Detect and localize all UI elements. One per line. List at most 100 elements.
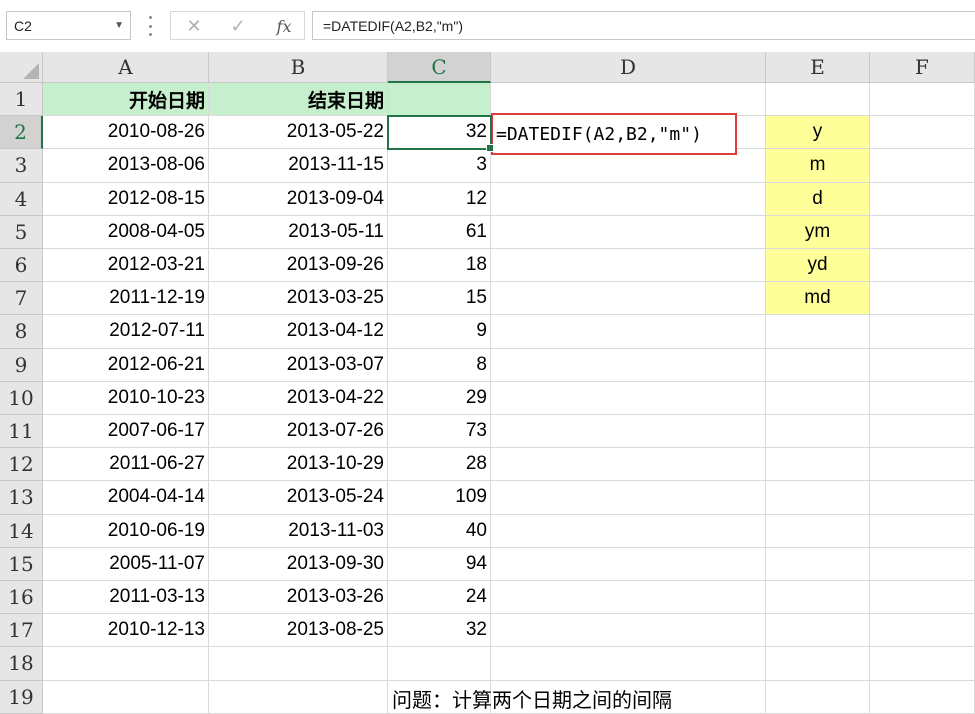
cell[interactable]	[491, 448, 766, 482]
cell[interactable]	[766, 83, 870, 117]
cell[interactable]: 12	[388, 182, 491, 216]
cell[interactable]: 15	[388, 282, 491, 316]
cell[interactable]: 109	[388, 481, 491, 515]
cell[interactable]: 2010-08-26	[43, 116, 209, 150]
cell[interactable]	[766, 348, 870, 382]
cell[interactable]	[43, 647, 209, 681]
cell[interactable]: 2013-10-29	[209, 448, 388, 482]
column-header-d[interactable]: D	[491, 52, 766, 83]
cell[interactable]	[766, 315, 870, 349]
cell[interactable]	[491, 182, 766, 216]
cell[interactable]	[491, 215, 766, 249]
cell[interactable]	[870, 481, 975, 515]
row-header-2[interactable]: 2	[0, 116, 43, 150]
cell[interactable]	[870, 547, 975, 581]
cell[interactable]	[870, 282, 975, 316]
cell[interactable]: 2013-03-25	[209, 282, 388, 316]
cell[interactable]: 2012-06-21	[43, 348, 209, 382]
cell[interactable]	[870, 680, 975, 714]
row-header-3[interactable]: 3	[0, 149, 43, 183]
cell[interactable]	[491, 581, 766, 615]
cell[interactable]: 2010-06-19	[43, 514, 209, 548]
cell[interactable]: 2013-05-22	[209, 116, 388, 150]
cell[interactable]	[766, 581, 870, 615]
cell[interactable]: 73	[388, 415, 491, 449]
row-header-7[interactable]: 7	[0, 282, 43, 316]
unit-cell[interactable]: yd	[766, 249, 870, 283]
cell[interactable]	[491, 481, 766, 515]
drag-handle-icon[interactable]	[148, 16, 152, 36]
cell[interactable]	[491, 83, 766, 117]
cell[interactable]: 94	[388, 547, 491, 581]
cell[interactable]: 24	[388, 581, 491, 615]
column-header-a[interactable]: A	[43, 52, 209, 83]
cell[interactable]: 28	[388, 448, 491, 482]
cell[interactable]: 32	[388, 614, 491, 648]
cell[interactable]: 2013-09-26	[209, 249, 388, 283]
unit-cell[interactable]: m	[766, 149, 870, 183]
name-box[interactable]: C2 ▼	[6, 11, 131, 40]
cell[interactable]	[491, 647, 766, 681]
cell[interactable]	[870, 116, 975, 150]
cell[interactable]	[870, 149, 975, 183]
cell[interactable]: 2013-09-30	[209, 547, 388, 581]
cell[interactable]: 2013-11-03	[209, 514, 388, 548]
row-header-17[interactable]: 17	[0, 614, 43, 648]
cell[interactable]: 9	[388, 315, 491, 349]
cell[interactable]	[209, 647, 388, 681]
cell[interactable]	[870, 614, 975, 648]
cell[interactable]: 2013-05-11	[209, 215, 388, 249]
cell[interactable]: 2011-12-19	[43, 282, 209, 316]
cell[interactable]	[491, 415, 766, 449]
row-header-9[interactable]: 9	[0, 348, 43, 382]
select-all-button[interactable]	[0, 52, 43, 83]
cell[interactable]	[870, 448, 975, 482]
cell[interactable]: 2010-10-23	[43, 381, 209, 415]
cell[interactable]	[870, 182, 975, 216]
cell[interactable]	[870, 348, 975, 382]
row-header-8[interactable]: 8	[0, 315, 43, 349]
cell[interactable]	[491, 249, 766, 283]
unit-cell[interactable]: d	[766, 182, 870, 216]
unit-cell[interactable]: ym	[766, 215, 870, 249]
cell[interactable]: 2011-06-27	[43, 448, 209, 482]
unit-cell[interactable]: md	[766, 282, 870, 316]
column-header-b[interactable]: B	[209, 52, 388, 83]
cell[interactable]	[870, 647, 975, 681]
cell[interactable]	[870, 315, 975, 349]
cell[interactable]	[766, 381, 870, 415]
cell[interactable]	[766, 415, 870, 449]
cell[interactable]	[491, 547, 766, 581]
cell[interactable]: 2013-04-12	[209, 315, 388, 349]
cell[interactable]: 2013-05-24	[209, 481, 388, 515]
row-header-4[interactable]: 4	[0, 182, 43, 216]
insert-function-icon[interactable]: fx	[269, 15, 299, 37]
row-header-15[interactable]: 15	[0, 547, 43, 581]
cell[interactable]: 结束日期	[209, 83, 388, 117]
cell[interactable]: 2012-08-15	[43, 182, 209, 216]
cell[interactable]: 2013-08-06	[43, 149, 209, 183]
cell[interactable]	[491, 381, 766, 415]
cell[interactable]: 2008-04-05	[43, 215, 209, 249]
cell[interactable]: 29	[388, 381, 491, 415]
cell[interactable]	[870, 514, 975, 548]
cell[interactable]: 2010-12-13	[43, 614, 209, 648]
fill-handle[interactable]	[486, 144, 494, 152]
cell[interactable]: 2007-06-17	[43, 415, 209, 449]
cell[interactable]	[870, 381, 975, 415]
cell[interactable]: 2013-08-25	[209, 614, 388, 648]
row-header-16[interactable]: 16	[0, 581, 43, 615]
cell[interactable]	[209, 680, 388, 714]
cell[interactable]	[766, 481, 870, 515]
chevron-down-icon[interactable]: ▼	[114, 20, 124, 31]
column-header-f[interactable]: F	[870, 52, 975, 83]
cell[interactable]: 开始日期	[43, 83, 209, 117]
cell[interactable]	[766, 514, 870, 548]
cell[interactable]	[491, 614, 766, 648]
row-header-13[interactable]: 13	[0, 481, 43, 515]
cell[interactable]: 61	[388, 215, 491, 249]
cell[interactable]: 3	[388, 149, 491, 183]
formula-input[interactable]: =DATEDIF(A2,B2,"m")	[312, 11, 975, 40]
cell[interactable]	[491, 514, 766, 548]
unit-cell[interactable]: y	[766, 116, 870, 150]
